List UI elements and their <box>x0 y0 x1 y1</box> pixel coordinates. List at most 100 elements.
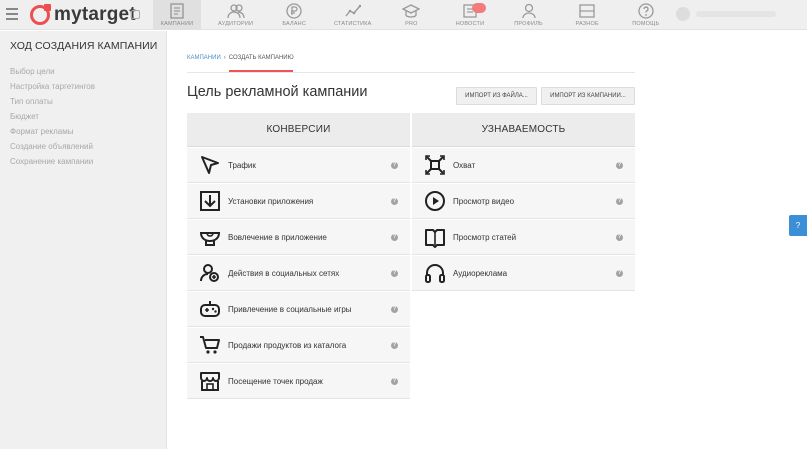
import-from-file-button[interactable]: ИМПОРТ ИЗ ФАЙЛА... <box>456 87 537 105</box>
statistics-icon <box>344 2 362 20</box>
breadcrumb-separator: › <box>223 55 226 61</box>
help-icon <box>637 2 655 20</box>
misc-icon <box>578 2 596 20</box>
logo-text: mytarget <box>54 4 136 25</box>
nav-item-help[interactable]: Помощь <box>622 0 670 30</box>
sidebar-step-save[interactable]: Сохранение кампании <box>10 154 95 169</box>
play-icon <box>425 191 445 211</box>
goal-app-installs[interactable]: Установки приложения ? <box>187 184 410 219</box>
social-icon <box>200 264 219 282</box>
sidebar-steps: Выбор цели Настройка таргетингов Тип опл… <box>10 64 95 169</box>
goal-label: Охват <box>453 160 476 170</box>
goal-reach[interactable]: Охват ? <box>412 148 635 183</box>
help-icon[interactable]: ? <box>391 197 398 205</box>
goal-label: Продажи продуктов из каталога <box>228 340 347 350</box>
goal-label: Просмотр статей <box>453 232 517 242</box>
gamepad-icon <box>200 301 220 317</box>
article-icon <box>425 229 445 248</box>
balance-icon <box>285 2 303 20</box>
goal-label: Установки приложения <box>228 196 314 206</box>
nav-label: PRO <box>405 21 418 27</box>
goal-store-visits[interactable]: Посещение точек продаж ? <box>187 364 410 399</box>
nav-label: Аудитории <box>218 21 254 27</box>
conversions-header: КОНВЕРСИИ <box>187 113 410 147</box>
nav-item-news[interactable]: Новости <box>446 0 494 30</box>
goal-traffic[interactable]: Трафик ? <box>187 148 410 183</box>
help-icon[interactable]: ? <box>391 161 398 169</box>
help-icon[interactable]: ? <box>391 341 398 349</box>
menu-icon[interactable] <box>6 8 18 20</box>
floating-help-button[interactable]: ? <box>789 215 807 236</box>
help-icon[interactable]: ? <box>391 305 398 313</box>
goal-label: Вовлечение в приложение <box>228 232 327 242</box>
help-icon[interactable]: ? <box>616 269 623 277</box>
cursor-icon <box>201 156 219 174</box>
nav-label: Кампании <box>160 21 194 27</box>
sidebar-step-targeting[interactable]: Настройка таргетингов <box>10 79 95 94</box>
sidebar-step-payment-type[interactable]: Тип оплаты <box>10 94 95 109</box>
sidebar-step-goal[interactable]: Выбор цели <box>10 64 95 79</box>
nav-item-profile[interactable]: Профиль <box>505 0 553 30</box>
nav-item-campaigns[interactable]: Кампании <box>153 0 201 30</box>
goal-article-views[interactable]: Просмотр статей ? <box>412 220 635 255</box>
conversions-column: КОНВЕРСИИ Трафик ? Установки приложения … <box>187 113 410 399</box>
sidebar: ХОД СОЗДАНИЯ КАМПАНИИ Выбор цели Настрой… <box>0 31 167 449</box>
help-icon[interactable]: ? <box>391 269 398 277</box>
sidebar-step-budget[interactable]: Бюджет <box>10 109 95 124</box>
awareness-header: УЗНАВАЕМОСТЬ <box>412 113 635 147</box>
logo-badge-icon <box>131 10 140 19</box>
help-icon[interactable]: ? <box>616 233 623 241</box>
avatar <box>676 7 690 21</box>
user-name-placeholder <box>696 11 776 17</box>
main-nav: Кампании Аудитории Баланс Статистика PRO <box>153 0 680 30</box>
sidebar-step-ad-format[interactable]: Формат рекламы <box>10 124 95 139</box>
help-icon[interactable]: ? <box>391 233 398 241</box>
news-count-badge <box>471 3 486 13</box>
nav-label: Статистика <box>334 21 372 27</box>
headphones-icon <box>425 264 445 283</box>
nav-label: Баланс <box>282 21 307 27</box>
import-from-campaign-button[interactable]: ИМПОРТ ИЗ КАМПАНИИ... <box>541 87 635 105</box>
nav-item-balance[interactable]: Баланс <box>270 0 318 30</box>
help-icon[interactable]: ? <box>616 197 623 205</box>
nav-label: Профиль <box>514 21 543 27</box>
nav-item-statistics[interactable]: Статистика <box>329 0 377 30</box>
top-bar: mytarget Кампании Аудитории Баланс Стат <box>0 0 807 30</box>
store-icon <box>200 372 220 391</box>
help-icon[interactable]: ? <box>391 377 398 385</box>
goal-app-engagement[interactable]: Вовлечение в приложение ? <box>187 220 410 255</box>
download-icon <box>200 191 220 211</box>
goal-label: Посещение точек продаж <box>228 376 323 386</box>
campaigns-icon <box>168 2 186 20</box>
sidebar-title: ХОД СОЗДАНИЯ КАМПАНИИ <box>10 40 158 52</box>
help-icon[interactable]: ? <box>616 161 623 169</box>
goal-video-views[interactable]: Просмотр видео ? <box>412 184 635 219</box>
engagement-icon <box>199 232 221 246</box>
nav-label: Помощь <box>632 21 660 27</box>
divider <box>187 72 635 73</box>
page-title: Цель рекламной кампании <box>187 84 368 100</box>
reach-icon <box>425 155 445 175</box>
nav-label: Разное <box>575 21 599 27</box>
goal-audio-ads[interactable]: Аудиореклама ? <box>412 256 635 291</box>
nav-item-pro[interactable]: PRO <box>387 0 435 30</box>
sidebar-step-create-ads[interactable]: Создание объявлений <box>10 139 95 154</box>
goal-label: Аудиореклама <box>453 268 508 278</box>
goal-label: Трафик <box>228 160 256 170</box>
goal-social-games[interactable]: Привлечение в социальные игры ? <box>187 292 410 327</box>
logo[interactable]: mytarget <box>30 4 136 26</box>
audiences-icon <box>226 2 245 20</box>
user-menu[interactable] <box>676 7 776 21</box>
nav-item-misc[interactable]: Разное <box>563 0 611 30</box>
goal-social-actions[interactable]: Действия в социальных сетях ? <box>187 256 410 291</box>
goal-label: Просмотр видео <box>453 196 515 206</box>
nav-label: Новости <box>455 21 485 27</box>
logo-mark-icon <box>30 4 51 25</box>
awareness-column: УЗНАВАЕМОСТЬ Охват ? Просмотр видео ? Пр… <box>412 113 635 291</box>
pro-icon <box>402 2 421 20</box>
goal-catalog-sales[interactable]: Продажи продуктов из каталога ? <box>187 328 410 363</box>
nav-item-audiences[interactable]: Аудитории <box>212 0 260 30</box>
breadcrumb-campaigns-link[interactable]: КАМПАНИИ <box>187 55 221 61</box>
breadcrumb: КАМПАНИИ › СОЗДАТЬ КАМПАНИЮ <box>187 55 294 61</box>
goal-label: Привлечение в социальные игры <box>228 304 352 314</box>
